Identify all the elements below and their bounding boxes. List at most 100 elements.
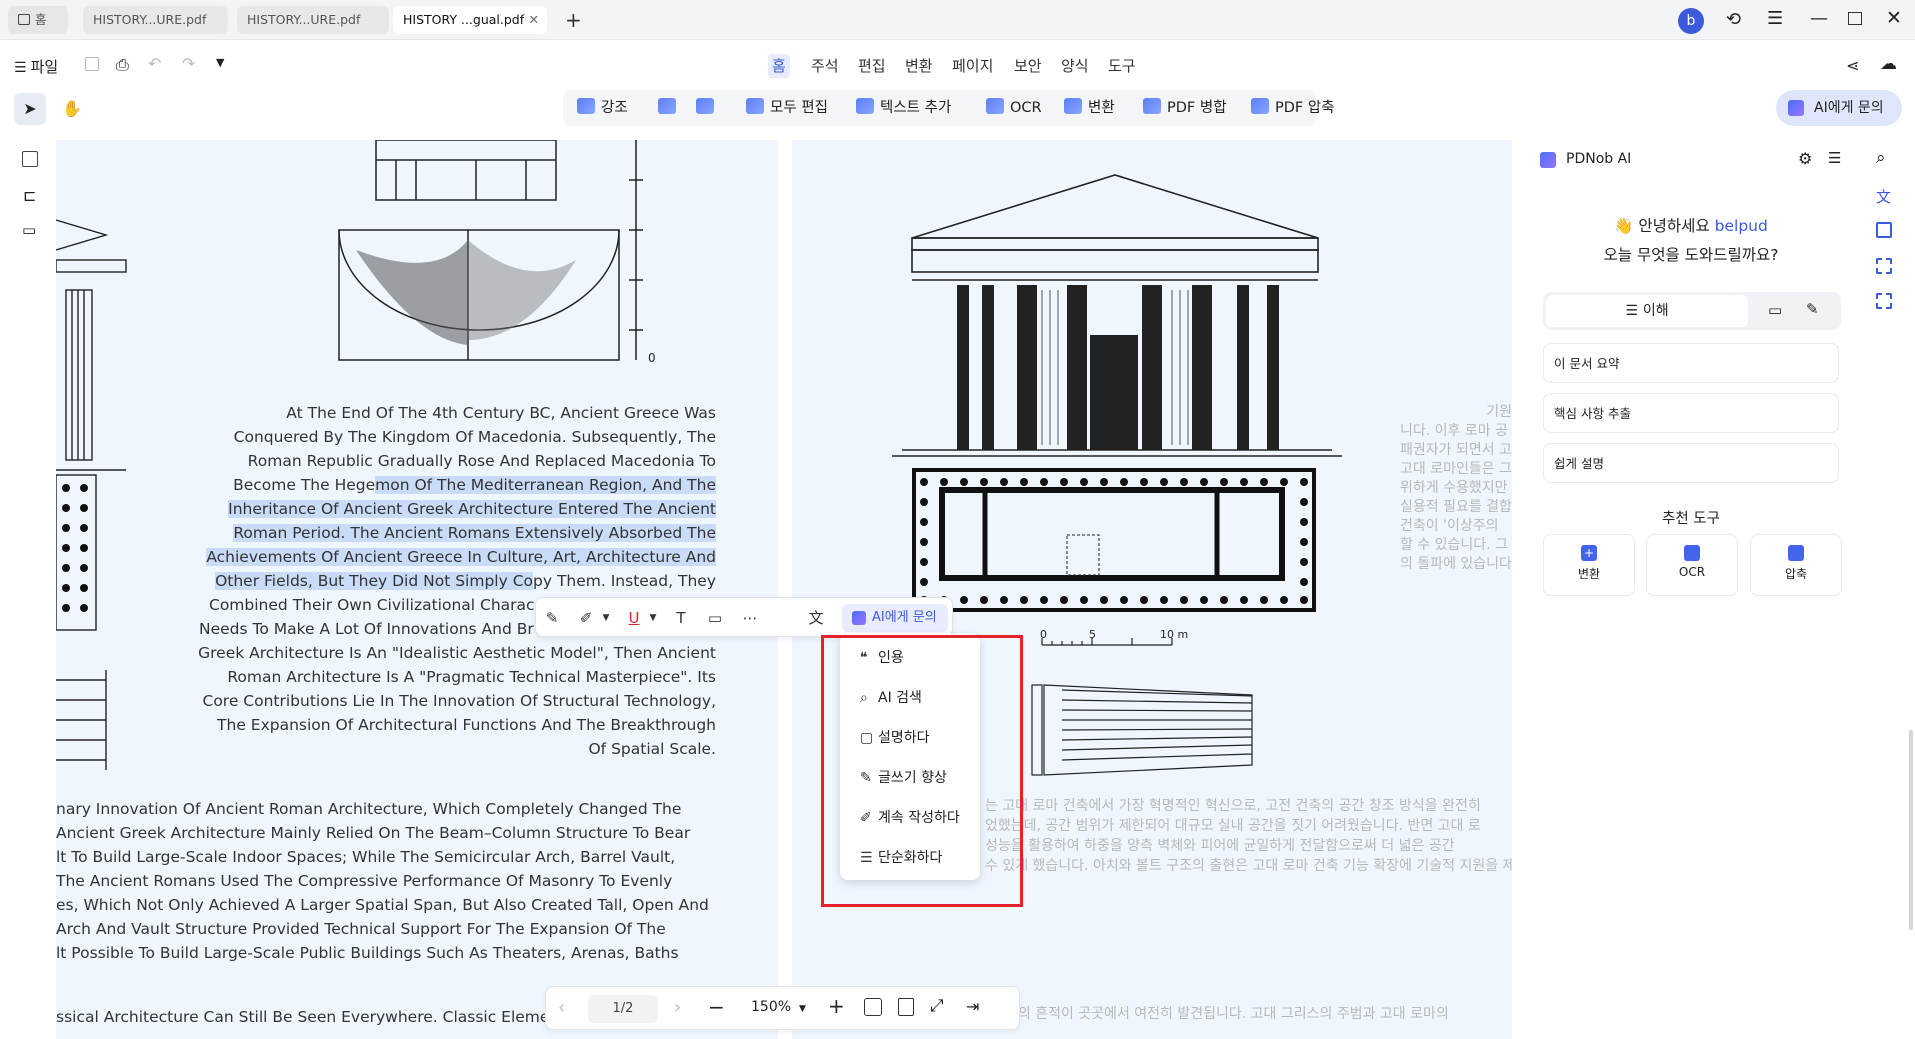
ask-ai-button[interactable]: AI에게 문의 (1776, 90, 1902, 126)
translate-icon[interactable]: 文 (1876, 186, 1891, 207)
settings-icon[interactable]: ⚙ (1798, 149, 1812, 168)
avatar[interactable]: b (1678, 8, 1704, 34)
prev-page-icon[interactable]: ‹ (558, 997, 565, 1018)
page-number-input[interactable]: 1/2 (588, 995, 658, 1023)
translate-icon[interactable]: 文 (806, 608, 826, 628)
print-icon[interactable]: ⎙ (116, 55, 129, 75)
menu-icon[interactable]: ☰ (1767, 8, 1783, 29)
highlight-button[interactable]: 강조 (577, 98, 628, 118)
merge-pdf-button[interactable]: PDF 병합 (1143, 98, 1227, 118)
new-tab-button[interactable]: + (565, 8, 582, 32)
chevron-down-icon[interactable]: ▼ (596, 608, 616, 628)
text-line[interactable]: Roman Republic Gradually Rose And Replac… (248, 449, 716, 473)
cloud-upload-icon[interactable]: ☁ (1880, 54, 1897, 74)
text-line[interactable]: Achievements Of Ancient Greece In Cultur… (206, 545, 716, 569)
strikethrough-text-icon[interactable]: T (671, 608, 691, 628)
text-line[interactable]: The Expansion Of Architectural Functions… (217, 713, 716, 737)
tab-home[interactable]: 홈 (8, 6, 68, 34)
text-line[interactable]: Roman Period. The Ancient Romans Extensi… (233, 521, 716, 545)
text-line[interactable]: Core Contributions Lie In The Innovation… (203, 689, 717, 713)
tab-document-1[interactable]: HISTORY...URE.pdf (83, 6, 228, 34)
compare-icon[interactable] (1876, 222, 1892, 238)
close-tab-icon[interactable]: ✕ (529, 6, 539, 34)
text-line[interactable]: 건축이 '이상주의 (1400, 517, 1498, 536)
tab-page[interactable]: 페이지 (948, 54, 997, 78)
text-line[interactable]: Arch And Vault Structure Provided Techni… (56, 917, 666, 941)
maximize-icon[interactable] (1848, 12, 1862, 25)
text-line[interactable]: 패권자가 되면서 고 (1400, 441, 1512, 460)
text-line[interactable]: 었했는데, 공간 범위가 제한되어 대규모 실내 공간을 짓기 어려웠습니다. … (985, 817, 1481, 836)
fit-page-icon[interactable] (864, 998, 882, 1016)
more-icon[interactable]: ⋯ (740, 608, 760, 628)
text-line[interactable]: 의 돌파에 있습니다 (1400, 555, 1512, 574)
tab-understand[interactable]: ☰ 이해 (1546, 295, 1748, 327)
text-line[interactable]: Greek Architecture Is An "Idealistic Aes… (198, 641, 716, 665)
ocr-scan-icon[interactable] (1876, 293, 1892, 309)
tab-edit[interactable]: 편집 (854, 54, 890, 78)
zoom-in-icon[interactable]: + (828, 994, 845, 1018)
suggestion-key-points[interactable]: 핵심 사항 추출 (1543, 393, 1839, 433)
text-line[interactable]: nary Innovation Of Ancient Roman Archite… (56, 797, 681, 821)
text-line[interactable]: Ancient Greek Architecture Mainly Relied… (56, 821, 690, 845)
scan-icon[interactable] (1876, 258, 1892, 274)
text-line[interactable]: 할 수 있습니다. 그 (1400, 536, 1508, 555)
exit-view-icon[interactable]: ⇥ (966, 997, 979, 1016)
zoom-out-icon[interactable]: − (708, 995, 725, 1019)
text-line[interactable]: Roman Architecture Is A "Pragmatic Techn… (227, 665, 716, 689)
text-line[interactable]: 실용적 필요를 결합 (1400, 498, 1512, 517)
file-menu[interactable]: ☰ 파일 (14, 56, 58, 77)
tool-convert[interactable]: + 변환 (1543, 534, 1635, 596)
hand-tool[interactable]: ✋ (56, 93, 88, 125)
text-line[interactable]: lt Possible To Build Large-Scale Public … (56, 941, 679, 965)
thumbnails-icon[interactable] (22, 151, 38, 167)
add-text-button[interactable]: 텍스트 추가 (856, 98, 951, 118)
history-icon[interactable]: ☰ (1828, 149, 1841, 167)
next-page-icon[interactable]: › (674, 997, 681, 1018)
tab-security[interactable]: 보안 (1010, 54, 1046, 78)
eraser-button[interactable] (696, 98, 720, 118)
text-line[interactable]: 축의 흔적이 곳곳에서 여전히 발견됩니다. 고대 그리스의 주범과 고대 로마… (1005, 1005, 1449, 1024)
text-line[interactable]: 는 고대 로마 건축에서 가장 혁명적인 혁신으로, 고전 건축의 공간 창조 … (985, 797, 1481, 816)
edit-all-button[interactable]: 모두 편집 (746, 98, 828, 118)
text-line[interactable]: Conquered By The Kingdom Of Macedonia. S… (234, 425, 716, 449)
convert-button[interactable]: 변환 (1064, 98, 1115, 118)
text-line[interactable]: ssical Architecture Can Still Be Seen Ev… (56, 1005, 546, 1029)
tab-annotate[interactable]: 주석 (807, 54, 843, 78)
search-icon[interactable]: ⌕ (1876, 148, 1886, 168)
page2-korean-lower[interactable]: 는 고대 로마 건축에서 가장 혁명적인 혁신으로, 고전 건축의 공간 창조 … (985, 797, 1512, 1037)
tab-tools[interactable]: 도구 (1104, 54, 1140, 78)
comment-icon[interactable]: ▭ (705, 608, 725, 628)
suggestion-explain-simply[interactable]: 쉽게 설명 (1543, 443, 1839, 483)
highlighter-icon[interactable]: ✐ (576, 608, 596, 628)
tab-document-2[interactable]: HISTORY...URE.pdf (237, 6, 389, 34)
suggestion-summarize[interactable]: 이 문서 요약 (1543, 343, 1839, 383)
page-view-icon[interactable] (898, 998, 914, 1016)
chevron-down-icon[interactable]: ▼ (643, 608, 663, 628)
underline-tool-button[interactable] (658, 98, 682, 118)
text-line[interactable]: Combined Their Own Civilizational Charac (209, 593, 535, 617)
chat-mode-icon[interactable]: ▭ (1768, 301, 1782, 319)
underline-icon[interactable]: U (624, 608, 644, 628)
text-line[interactable]: 수 있게 했습니다. 아치와 볼트 구조의 출현은 고대 로마 건축 기능 확장… (985, 857, 1512, 876)
ask-ai-floating-button[interactable]: AI에게 문의 (842, 604, 948, 632)
text-line[interactable]: The Ancient Romans Used The Compressive … (56, 869, 672, 893)
text-line[interactable]: lt To Build Large-Scale Indoor Spaces; W… (56, 845, 675, 869)
text-line[interactable]: 고대 로마인들은 그 (1400, 460, 1512, 479)
minimize-icon[interactable]: — (1810, 8, 1828, 29)
share-icon[interactable]: ⋖ (1846, 56, 1859, 75)
tab-convert[interactable]: 변환 (901, 54, 937, 78)
fullscreen-icon[interactable]: ⤢ (930, 996, 944, 1016)
save-icon[interactable] (85, 57, 99, 71)
select-tool[interactable]: ➤ (14, 93, 46, 125)
text-line[interactable]: Other Fields, But They Did Not Simply Co… (215, 569, 716, 593)
undo-icon[interactable]: ↶ (148, 54, 161, 73)
text-line[interactable]: es, Which Not Only Achieved A Larger Spa… (56, 893, 709, 917)
text-line[interactable]: Inheritance Of Ancient Greek Architectur… (228, 497, 716, 521)
text-line[interactable]: At The End Of The 4th Century BC, Ancien… (286, 401, 716, 425)
tab-home-menu[interactable]: 홈 (768, 54, 790, 78)
page2-korean-right[interactable]: 기원 니다. 이후 로마 공 패권자가 되면서 고 고대 로마인들은 그 위하게… (1400, 403, 1512, 583)
compress-pdf-button[interactable]: PDF 압축 (1251, 98, 1335, 118)
zoom-level-select[interactable]: 150% ▼ (751, 999, 806, 1015)
text-line[interactable]: Become The Hegemon Of The Mediterranean … (233, 473, 716, 497)
write-mode-icon[interactable]: ✎ (1806, 300, 1819, 318)
